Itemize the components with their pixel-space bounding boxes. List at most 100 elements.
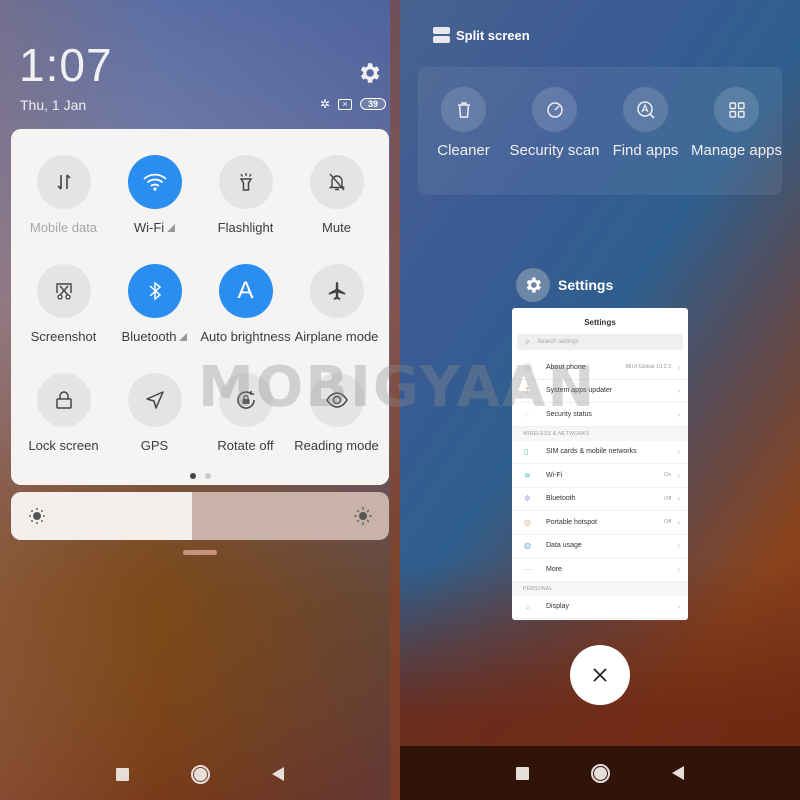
split-screen-button[interactable]: Split screen: [433, 27, 530, 43]
card-title: Settings: [584, 318, 616, 327]
quick-tile-wi-fi[interactable]: Wi-Fi: [109, 155, 200, 235]
settings-row-value: On: [663, 472, 672, 479]
quick-tile-bluetooth[interactable]: Bluetooth: [109, 264, 200, 344]
home-icon[interactable]: [591, 763, 610, 783]
quick-tile-label: Bluetooth: [122, 329, 188, 344]
chevron-right-icon: ›: [677, 541, 680, 551]
display-icon: ☼: [524, 602, 532, 612]
settings-app-icon: [516, 268, 550, 302]
tool-security-scan[interactable]: Security scan: [509, 87, 600, 195]
update-icon: ⇡: [524, 386, 531, 396]
settings-row-value: Off: [664, 495, 672, 502]
settings-row-label: More: [546, 565, 562, 573]
auto-brightness-icon: A: [218, 264, 273, 318]
recent-app-title: Settings: [558, 277, 614, 293]
airplane-icon: [309, 264, 364, 318]
recents-icon[interactable]: [516, 766, 529, 780]
page-indicator[interactable]: [11, 473, 389, 479]
recents-icon[interactable]: [116, 767, 129, 781]
sim-icon: ▯: [524, 447, 529, 457]
recent-app-card[interactable]: Settings ⚲ Search settings ⓘ About phone M…: [512, 308, 688, 620]
chevron-right-icon: ›: [677, 517, 680, 527]
tool-label: Manage apps: [691, 142, 782, 159]
settings-row-label: Display: [546, 603, 569, 611]
settings-row-portable-hotspot[interactable]: ◎ Portable hotspot Off ›: [512, 511, 688, 535]
settings-row-data-usage[interactable]: ◍ Data usage ›: [512, 535, 688, 558]
chevron-right-icon: ›: [677, 362, 680, 372]
back-icon[interactable]: [672, 766, 684, 780]
data-usage-icon: ◍: [524, 541, 531, 551]
expand-indicator-icon: [167, 224, 176, 232]
quick-tile-flashlight[interactable]: Flashlight: [200, 155, 291, 235]
date: Thu, 1 Jan: [20, 97, 87, 113]
rotate-lock-icon: [218, 373, 273, 427]
trash-icon: [441, 87, 486, 132]
clock: 1:07: [19, 39, 113, 91]
gps-icon: [127, 373, 182, 427]
bluetooth-icon: [127, 264, 182, 318]
quick-settings-panel: Mobile data Wi-Fi Flashlight Mute Screenshot…: [11, 129, 389, 485]
search-placeholder: Search settings: [537, 339, 579, 345]
quick-tile-gps[interactable]: GPS: [109, 373, 200, 453]
security-scan-icon: [532, 87, 577, 132]
tool-label: Cleaner: [437, 142, 490, 159]
brightness-low-icon: [29, 508, 45, 524]
page-dot[interactable]: [189, 473, 196, 479]
brightness-slider[interactable]: [11, 492, 389, 540]
settings-row-bluetooth[interactable]: ✲ Bluetooth Off ›: [512, 488, 688, 511]
search-icon: ⚲: [525, 339, 530, 346]
mobile-data-icon: [36, 155, 91, 209]
tool-manage-apps[interactable]: Manage apps: [691, 87, 782, 195]
quick-tile-lock-screen[interactable]: Lock screen: [18, 373, 109, 453]
settings-row-sim-cards-mobile-networks[interactable]: ▯ SIM cards & mobile networks ›: [512, 441, 688, 464]
settings-row-wi-fi[interactable]: ≋ Wi-Fi On ›: [512, 464, 688, 488]
screenshot-icon: [36, 264, 91, 318]
info-icon: ⓘ: [524, 362, 532, 372]
tool-cleaner[interactable]: Cleaner: [418, 87, 509, 195]
chevron-right-icon: ›: [677, 602, 680, 612]
home-icon[interactable]: [191, 764, 210, 784]
quick-tile-label: Mobile data: [29, 220, 98, 235]
settings-row-label: Wi-Fi: [546, 471, 563, 479]
search-settings-field[interactable]: ⚲ Search settings: [517, 334, 683, 350]
gear-icon[interactable]: [356, 60, 382, 86]
tool-label: Security scan: [509, 142, 600, 159]
shield-icon: ◌: [524, 409, 529, 419]
settings-row-display[interactable]: ☼ Display ›: [512, 596, 688, 619]
settings-row-label: Data usage: [546, 542, 582, 550]
chevron-right-icon: ›: [677, 564, 680, 574]
tool-label: Find apps: [612, 142, 679, 159]
wifi-icon: [127, 155, 182, 209]
tool-find-apps[interactable]: Find apps: [600, 87, 691, 195]
quick-tile-rotate-off[interactable]: Rotate off: [200, 373, 291, 453]
drag-handle[interactable]: [183, 550, 217, 555]
split-screen-label: Split screen: [456, 27, 530, 43]
page-dot[interactable]: [204, 473, 211, 479]
chevron-right-icon: ›: [677, 386, 680, 396]
settings-row-about-phone[interactable]: ⓘ About phone MIUI Global 10.2.3 ›: [512, 356, 688, 380]
quick-tile-airplane-mode[interactable]: Airplane mode: [291, 264, 382, 344]
grid-icon: [714, 87, 759, 132]
section-personal: PERSONAL: [512, 581, 688, 596]
quick-tile-reading-mode[interactable]: Reading mode: [291, 373, 382, 453]
tools-panel: Cleaner Security scan Find apps Manage apps: [418, 67, 782, 195]
quick-tile-screenshot[interactable]: Screenshot: [18, 264, 109, 344]
quick-tile-mute[interactable]: Mute: [291, 155, 382, 235]
settings-row-system-apps-updater[interactable]: ⇡ System apps updater ›: [512, 380, 688, 403]
close-icon: [593, 668, 607, 682]
settings-row-security-status[interactable]: ◌ Security status ›: [512, 403, 688, 427]
settings-row-more[interactable]: ··· More ›: [512, 558, 688, 582]
chevron-right-icon: ›: [677, 447, 680, 457]
recent-app-header[interactable]: Settings: [516, 268, 613, 302]
recents-screen: Split screen Cleaner Security scan Find ap…: [400, 0, 800, 800]
section-wireless: WIRELESS & NETWORKS: [512, 426, 688, 441]
battery-indicator: 39: [360, 98, 386, 110]
quick-tile-auto-brightness[interactable]: A Auto brightness: [200, 264, 291, 344]
clear-all-button[interactable]: [570, 645, 630, 705]
hotspot-icon: ◎: [524, 517, 531, 527]
settings-row-label: SIM cards & mobile networks: [546, 448, 637, 456]
back-icon[interactable]: [272, 767, 284, 781]
quick-tile-label: Lock screen: [28, 438, 99, 453]
settings-row-label: Security status: [546, 410, 592, 418]
quick-tile-mobile-data[interactable]: Mobile data: [18, 155, 109, 235]
